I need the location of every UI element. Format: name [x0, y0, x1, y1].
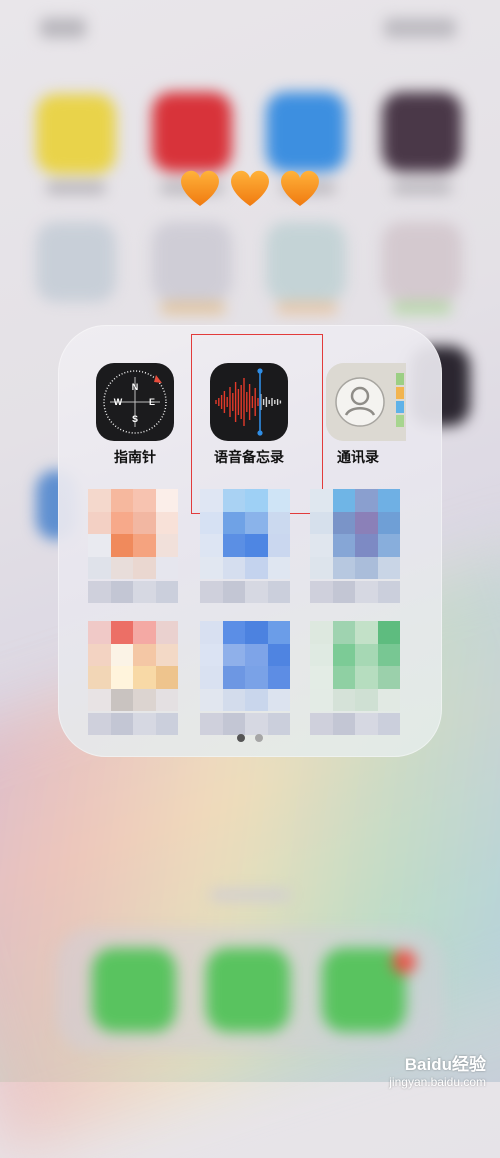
watermark-url: jingyan.baidu.com	[389, 1075, 486, 1089]
obscured-app-label	[310, 581, 400, 603]
app-icon[interactable]	[382, 222, 462, 302]
notification-badge	[392, 950, 416, 974]
app-icon[interactable]	[36, 222, 116, 302]
contacts-app-icon[interactable]	[326, 363, 406, 441]
app-icon[interactable]	[266, 92, 346, 172]
compass-app-label: 指南针	[114, 449, 156, 465]
app-label	[160, 302, 226, 314]
page-indicator[interactable]	[58, 729, 442, 747]
watermark: Baidu经验 jingyan.baidu.com	[389, 1050, 486, 1089]
contacts-icon	[326, 363, 404, 441]
heart-icon	[231, 170, 269, 206]
svg-text:N: N	[132, 382, 139, 392]
svg-text:W: W	[114, 397, 123, 407]
obscured-app-label	[88, 581, 178, 603]
app-label	[46, 182, 106, 194]
messages-app-icon[interactable]	[206, 948, 290, 1032]
obscured-app-icon[interactable]	[200, 489, 290, 579]
watermark-brand: Baidu经验	[404, 1055, 486, 1074]
page-dot[interactable]	[255, 734, 263, 742]
status-indicators	[384, 18, 456, 38]
app-icon[interactable]	[266, 222, 346, 302]
page-dot-active[interactable]	[237, 734, 245, 742]
hearts-decoration	[181, 170, 319, 206]
obscured-app-label	[200, 581, 290, 603]
obscured-app-icon[interactable]	[88, 621, 178, 711]
obscured-app-icon[interactable]	[310, 621, 400, 711]
app-folder: N S W E 指南针 语音备忘录 通讯录	[58, 325, 442, 757]
app-icon[interactable]	[152, 222, 232, 302]
app-icon[interactable]	[152, 92, 232, 172]
compass-icon: N S W E	[103, 370, 167, 434]
app-label	[392, 302, 452, 314]
status-time	[40, 18, 86, 38]
heart-icon	[281, 170, 319, 206]
app-label	[392, 182, 452, 194]
compass-app-icon[interactable]: N S W E	[96, 363, 174, 441]
heart-icon	[181, 170, 219, 206]
svg-text:E: E	[149, 397, 155, 407]
obscured-app-icon[interactable]	[310, 489, 400, 579]
obscured-app-icon[interactable]	[200, 621, 290, 711]
contacts-app-label: 通讯录	[337, 449, 379, 465]
obscured-app-icon[interactable]	[88, 489, 178, 579]
app-icon[interactable]	[36, 94, 116, 174]
phone-app-icon[interactable]	[92, 948, 176, 1032]
app-icon[interactable]	[382, 92, 462, 172]
svg-text:S: S	[132, 414, 138, 424]
highlight-box	[191, 334, 323, 514]
app-label	[276, 302, 338, 314]
search-pill	[210, 890, 290, 900]
